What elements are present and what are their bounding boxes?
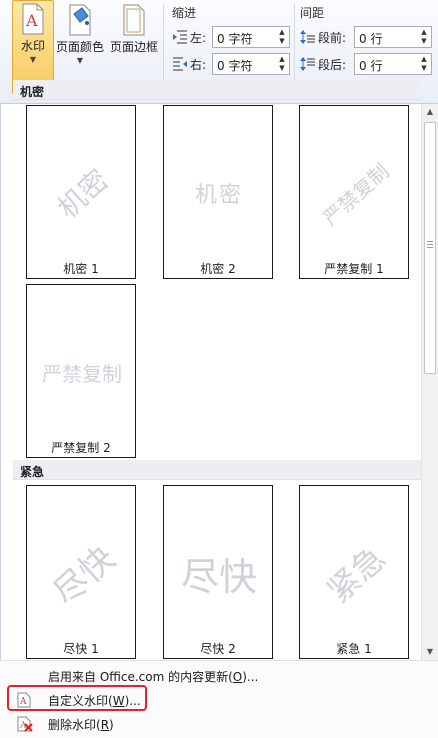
indent-right-label: 右: — [190, 58, 207, 72]
thumb-caption: 紧急 1 — [336, 642, 372, 656]
spacing-before-row: 段前: 0 行 ▲ ▼ — [300, 26, 432, 48]
grip-icon — [427, 241, 433, 250]
remove-watermark-menu-item[interactable]: A 删除水印(R) — [12, 712, 412, 736]
scroll-up-icon[interactable]: ▲ — [422, 104, 438, 120]
watermark-preview-text: 尽快 — [180, 554, 257, 599]
page-color-label: 页面颜色 — [55, 40, 104, 54]
menu-item-label: 删除水印(R) — [48, 718, 114, 732]
section-header-urgent: 紧急 — [13, 460, 421, 480]
thumb-caption: 尽快 1 — [63, 642, 99, 656]
thumb-caption: 严禁复制 1 — [324, 262, 384, 276]
spacing-after-label: 段后: — [318, 58, 347, 72]
watermark-thumb-asap-1[interactable]: 尽快 — [26, 485, 136, 659]
indent-left-value: 0 字符 — [217, 32, 253, 46]
watermark-thumb-confidential-1[interactable]: 机密 — [26, 105, 136, 279]
scroll-down-icon[interactable]: ▼ — [422, 644, 438, 660]
spacing-before-value: 0 行 — [359, 32, 383, 46]
spinner-arrows-icon[interactable]: ▲ ▼ — [277, 28, 287, 46]
thumb-caption: 机密 1 — [63, 262, 99, 276]
spinner-arrows-icon[interactable]: ▲ ▼ — [419, 55, 429, 73]
watermark-thumb-confidential-2[interactable]: 机密 — [163, 105, 273, 279]
chevron-down-icon: ▼ — [29, 55, 37, 64]
indent-right-row: 右: 0 字符 ▲ ▼ — [172, 53, 290, 75]
watermark-preview-text: 尽快 — [45, 537, 123, 614]
spinner-arrows-icon[interactable]: ▲ ▼ — [277, 55, 287, 73]
svg-text:A: A — [25, 11, 38, 30]
watermark-icon: A — [20, 3, 46, 38]
watermark-preview-text: 紧急 — [319, 538, 393, 611]
watermark-preview-text: 机密 — [194, 183, 243, 208]
thumb-caption: 尽快 2 — [200, 642, 236, 656]
spacing-title: 间距 — [300, 6, 325, 20]
annotation-highlight-box — [7, 685, 147, 711]
watermark-thumb-no-copy-2[interactable]: 严禁复制 — [26, 284, 136, 458]
page-border-icon — [122, 4, 146, 39]
indent-right-input[interactable]: 0 字符 ▲ ▼ — [212, 53, 290, 75]
gallery-scrollbar[interactable]: ▲ ▼ — [421, 104, 438, 660]
indent-left-row: 左: 0 字符 ▲ ▼ — [172, 26, 290, 48]
spacing-before-label: 段前: — [318, 31, 347, 45]
watermark-thumb-asap-2[interactable]: 尽快 — [163, 485, 273, 659]
indent-title: 缩进 — [172, 6, 197, 20]
scrollbar-thumb[interactable] — [424, 122, 436, 374]
indent-left-label: 左: — [190, 31, 207, 45]
spacing-before-icon — [300, 30, 316, 44]
spacing-after-value: 0 行 — [359, 59, 383, 73]
spacing-after-icon — [300, 57, 316, 71]
page-border-label: 页面边框 — [109, 40, 158, 54]
menu-item-label: 启用来自 Office.com 的内容更新(O)... — [48, 670, 259, 684]
spinner-arrows-icon[interactable]: ▲ ▼ — [419, 28, 429, 46]
remove-watermark-icon: A — [16, 716, 34, 732]
watermark-preview-text: 机密 — [51, 163, 115, 226]
watermark-thumb-no-copy-1[interactable]: 严禁复制 — [299, 105, 409, 279]
thumb-caption: 严禁复制 2 — [51, 441, 111, 455]
section-header-confidential: 机密 — [13, 80, 421, 100]
indent-right-value: 0 字符 — [217, 59, 253, 73]
indent-right-icon — [172, 57, 188, 71]
watermark-thumb-urgent-1[interactable]: 紧急 — [299, 485, 409, 659]
watermark-preview-text: 严禁复制 — [42, 361, 122, 386]
chevron-down-icon: ▼ — [76, 56, 84, 65]
spacing-before-input[interactable]: 0 行 ▲ ▼ — [354, 26, 432, 48]
spacing-after-input[interactable]: 0 行 ▲ ▼ — [354, 53, 432, 75]
indent-left-icon — [172, 30, 188, 44]
indent-left-input[interactable]: 0 字符 ▲ ▼ — [212, 26, 290, 48]
paint-bucket-icon — [66, 4, 94, 39]
thumb-caption: 机密 2 — [200, 262, 236, 276]
spacing-after-row: 段后: 0 行 ▲ ▼ — [300, 53, 432, 75]
watermark-preview-text: 严禁复制 — [318, 158, 394, 230]
watermark-label: 水印 — [20, 39, 45, 53]
